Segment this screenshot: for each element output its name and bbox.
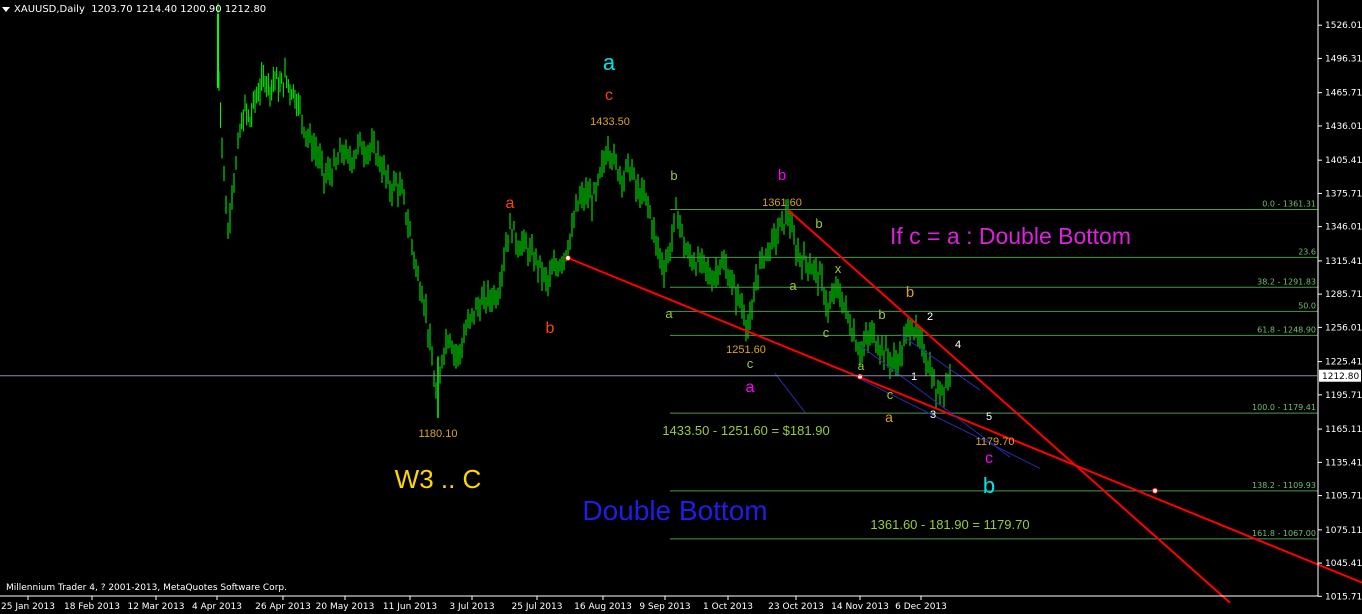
price-tick-label: 1436.01 [1325, 122, 1362, 132]
price-annotation: 1361.60 [762, 197, 802, 209]
wave-label: c [605, 87, 613, 104]
price-tick-label: 1496.31 [1325, 54, 1362, 64]
price-tick-label: 1105.71 [1325, 492, 1362, 502]
price-tick-label: 1405.41 [1325, 156, 1362, 166]
fib-level-label: 61.8 - 1248.90 [1257, 325, 1316, 334]
wave-label: 5 [986, 411, 992, 423]
price-tick-label: 1075.11 [1325, 526, 1362, 536]
chart-note: Double Bottom [582, 495, 767, 526]
price-tick-label: 1315.41 [1325, 257, 1362, 267]
price-tick-label: 1135.41 [1325, 458, 1362, 468]
wave-label: a [665, 306, 673, 321]
wave-label: a [858, 359, 865, 373]
price-tick-label: 1195.71 [1325, 391, 1362, 401]
trend-anchor-point [565, 254, 571, 261]
price-annotation: 1251.60 [726, 344, 766, 356]
wave-label: c [985, 450, 993, 467]
chart-header: XAUUSD,Daily 1203.70 1214.40 1200.90 121… [2, 4, 266, 15]
price-tick-label: 1285.71 [1325, 290, 1362, 300]
wave-label: b [815, 216, 822, 231]
date-tick-label: 26 Apr 2013 [255, 602, 311, 612]
date-tick-label: 25 Jul 2013 [512, 602, 563, 612]
date-tick-label: 1 Oct 2013 [703, 602, 753, 612]
price-tick-label: 1015.71 [1325, 592, 1362, 602]
wave-label: c [747, 356, 754, 371]
date-tick-label: 4 Apr 2013 [192, 602, 242, 612]
chart-note: W3 .. C [395, 464, 482, 494]
current-price-label: 1212.80 [1322, 372, 1359, 382]
price-tick-label: 1346.01 [1325, 223, 1362, 233]
copyright-label: Millennium Trader 4, ? 2001-2013, MetaQu… [6, 583, 287, 593]
symbol-label: XAUUSD,Daily [14, 4, 85, 15]
fib-level-label: 138.2 - 1109.93 [1252, 481, 1316, 490]
wave-label: b [983, 473, 995, 498]
wave-label: 3 [930, 409, 936, 421]
wave-label: a [603, 50, 616, 75]
price-annotation: 1179.70 [976, 436, 1015, 448]
wave-label: a [789, 278, 797, 293]
wave-label: 1 [911, 371, 917, 383]
wave-label: x [835, 261, 842, 276]
date-tick-label: 16 Aug 2013 [574, 602, 632, 612]
fib-level-label: 0.0 - 1361.31 [1262, 200, 1316, 209]
wave-label: a [746, 379, 755, 396]
fib-level-label: 50.0 [1298, 301, 1316, 310]
price-tick-label: 1165.11 [1325, 425, 1362, 435]
date-tick-label: 20 May 2013 [316, 602, 375, 612]
wave-label: b [778, 167, 786, 184]
ohlc-label: 1203.70 1214.40 1200.90 1212.80 [91, 4, 267, 15]
chart-note: If c = a : Double Bottom [890, 223, 1131, 249]
price-tick-label: 1465.71 [1325, 89, 1362, 99]
fib-level-label: 23.6 [1298, 247, 1316, 256]
price-tick-label: 1526.01 [1325, 21, 1362, 31]
price-tick-label: 1375.71 [1325, 189, 1362, 199]
fib-level-label: 161.8 - 1067.00 [1252, 529, 1316, 538]
date-tick-label: 23 Oct 2013 [768, 602, 824, 612]
collapse-icon[interactable] [2, 6, 10, 12]
wave-label: 2 [927, 311, 933, 323]
trend-anchor-point [857, 373, 863, 380]
date-tick-label: 9 Sep 2013 [639, 602, 690, 612]
date-tick-label: 18 Feb 2013 [64, 602, 120, 612]
wave-label: b [878, 307, 885, 322]
date-tick-label: 6 Dec 2013 [895, 602, 947, 612]
chart-note: 1433.50 - 1251.60 = $181.90 [662, 423, 829, 438]
chart-note: 1361.60 - 181.90 = 1179.70 [870, 517, 1029, 532]
price-tick-label: 1256.01 [1325, 323, 1362, 333]
date-tick-label: 11 Jun 2013 [383, 602, 437, 612]
price-tick-label: 1045.41 [1325, 559, 1362, 569]
trend-anchor-point [1152, 487, 1158, 494]
wave-label: a [885, 409, 893, 425]
date-tick-label: 25 Jan 2013 [1, 602, 55, 612]
wave-label: c [823, 325, 830, 340]
fib-level-label: 38.2 - 1291.83 [1257, 277, 1316, 286]
price-annotation: 1180.10 [419, 428, 458, 440]
fib-level-label: 100.0 - 1179.41 [1252, 403, 1316, 412]
wave-label: b [906, 284, 914, 301]
wave-label: b [546, 320, 555, 337]
wave-label: c [887, 387, 894, 402]
date-tick-label: 3 Jul 2013 [449, 602, 494, 612]
wave-label: 4 [955, 339, 961, 351]
date-tick-label: 14 Nov 2013 [831, 602, 889, 612]
wave-label: a [506, 195, 515, 212]
price-annotation: 1433.50 [590, 116, 630, 128]
price-chart[interactable]: 0.0 - 1361.31 23.6 38.2 - 1291.83 50.0 61.8 … [0, 0, 1362, 614]
wave-label: b [670, 168, 677, 183]
price-tick-label: 1225.41 [1325, 358, 1362, 368]
date-tick-label: 12 Mar 2013 [127, 602, 184, 612]
